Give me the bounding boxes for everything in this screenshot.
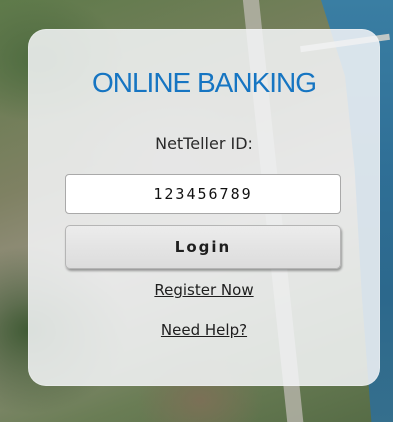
netteller-id-input[interactable] [65, 174, 341, 214]
login-card: ONLINE BANKING NetTeller ID: Login Regis… [28, 29, 380, 386]
need-help-link[interactable]: Need Help? [28, 321, 380, 339]
netteller-id-label: NetTeller ID: [155, 134, 253, 153]
register-now-link[interactable]: Register Now [28, 281, 380, 299]
page-title: ONLINE BANKING [91, 67, 317, 98]
login-button[interactable]: Login [65, 225, 341, 269]
